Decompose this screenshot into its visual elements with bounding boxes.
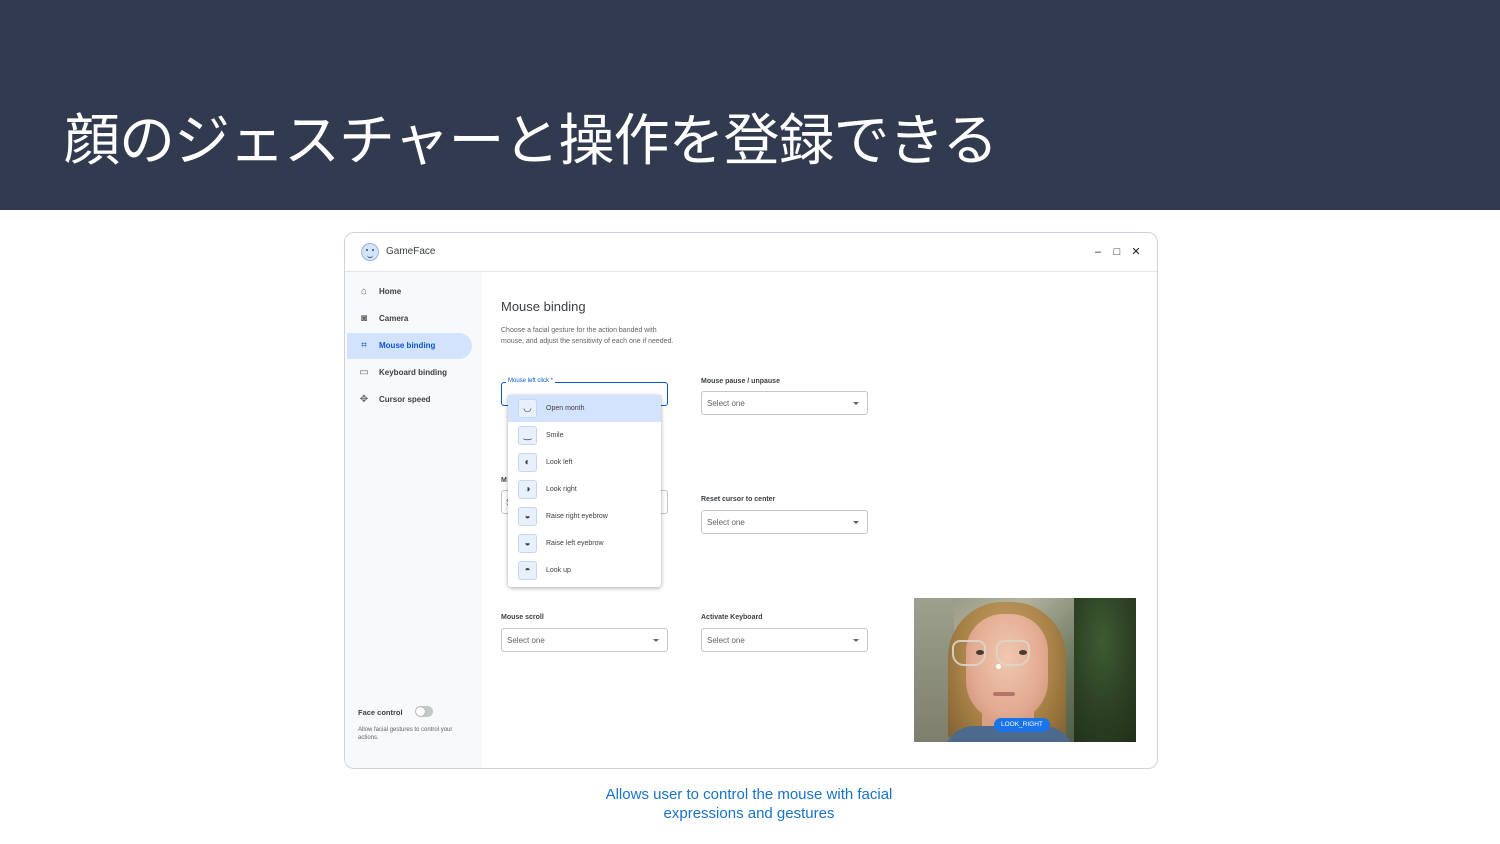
left-eye bbox=[976, 650, 984, 655]
keyboard-icon: ▭ bbox=[359, 367, 369, 378]
gesture-option-raise-left-eyebrow[interactable]: ◒ Raise left eyebrow bbox=[508, 530, 661, 557]
app-window: GameFace – □ ✕ ⌂ Home ◙ Camera ⌗ Mouse b… bbox=[344, 232, 1158, 769]
right-eye bbox=[1019, 650, 1027, 655]
title-bar: GameFace – □ ✕ bbox=[345, 233, 1157, 272]
gesture-option-label: Raise left eyebrow bbox=[546, 540, 604, 547]
camera-person-face bbox=[966, 614, 1048, 722]
slide-title: 顔のジェスチャーと操作を登録できる bbox=[64, 109, 998, 174]
reset-cursor-select[interactable]: Select one bbox=[701, 510, 868, 534]
open-mouth-icon: ◡ bbox=[518, 399, 537, 418]
sidebar-item-mouse-binding[interactable]: ⌗ Mouse binding bbox=[347, 333, 472, 359]
look-right-icon: ◑ bbox=[518, 480, 537, 499]
slide-caption: Allows user to control the mouse with fa… bbox=[605, 786, 893, 822]
sidebar-item-camera[interactable]: ◙ Camera bbox=[347, 306, 472, 332]
minimize-button[interactable]: – bbox=[1091, 244, 1105, 260]
app-name: GameFace bbox=[386, 246, 436, 257]
dropdown-arrow-icon bbox=[653, 639, 659, 642]
gesture-option-look-up[interactable]: ◓ Look up bbox=[508, 557, 661, 584]
move-icon: ✥ bbox=[359, 394, 369, 405]
activate-keyboard-select[interactable]: Select one bbox=[701, 628, 868, 652]
select-value: Select one bbox=[707, 518, 745, 527]
mouse-pause-select[interactable]: Select one bbox=[701, 391, 868, 415]
sidebar-item-label: Home bbox=[379, 287, 402, 296]
detected-gesture-badge: LOOK_RIGHT bbox=[994, 718, 1050, 732]
slide-header: 顔のジェスチャーと操作を登録できる bbox=[0, 0, 1500, 210]
gesture-option-label: Smile bbox=[546, 432, 564, 439]
mouse-scroll-select[interactable]: Select one bbox=[501, 628, 668, 652]
camera-preview: LOOK_RIGHT bbox=[914, 598, 1136, 742]
dropdown-arrow-icon bbox=[853, 402, 859, 405]
sidebar-item-cursor-speed[interactable]: ✥ Cursor speed bbox=[347, 387, 472, 413]
sidebar-item-label: Camera bbox=[379, 314, 409, 323]
gesture-option-look-right[interactable]: ◑ Look right bbox=[508, 476, 661, 503]
gesture-option-open-mouth[interactable]: ◡ Open month bbox=[508, 395, 661, 422]
select-value: Select one bbox=[507, 636, 545, 645]
gesture-option-label: Look up bbox=[546, 567, 571, 574]
page-description: Choose a facial gesture for the action b… bbox=[501, 327, 674, 345]
sidebar-item-label: Keyboard binding bbox=[379, 368, 447, 377]
gesture-dropdown-menu: ◡ Open month ‿ Smile ◐ Look left ◑ Look … bbox=[508, 395, 661, 587]
gesture-option-label: Raise right eyebrow bbox=[546, 513, 608, 520]
gesture-option-label: Look left bbox=[546, 459, 573, 466]
raise-right-eyebrow-icon: ◒ bbox=[518, 507, 537, 526]
face-control-label: Face control bbox=[358, 708, 403, 717]
sidebar-item-label: Cursor speed bbox=[379, 395, 431, 404]
mouse-scroll-label: Mouse scroll bbox=[501, 614, 544, 621]
sidebar-item-keyboard-binding[interactable]: ▭ Keyboard binding bbox=[347, 360, 472, 386]
look-up-icon: ◓ bbox=[518, 561, 537, 580]
maximize-button[interactable]: □ bbox=[1110, 244, 1124, 260]
mouth bbox=[993, 692, 1015, 696]
look-left-icon: ◐ bbox=[518, 453, 537, 472]
app-logo-icon bbox=[361, 243, 379, 261]
select-value: Select one bbox=[707, 636, 745, 645]
face-control-description: Allow facial gestures to control your ac… bbox=[358, 727, 453, 741]
sidebar: ⌂ Home ◙ Camera ⌗ Mouse binding ▭ Keyboa… bbox=[345, 272, 482, 768]
sidebar-item-home[interactable]: ⌂ Home bbox=[347, 279, 472, 305]
mouse-left-click-label: Mouse left click * bbox=[506, 378, 556, 384]
smile-icon: ‿ bbox=[518, 426, 537, 445]
face-control-toggle[interactable] bbox=[415, 706, 433, 717]
close-button[interactable]: ✕ bbox=[1129, 244, 1143, 260]
gesture-option-raise-right-eyebrow[interactable]: ◒ Raise right eyebrow bbox=[508, 503, 661, 530]
camera-background-plant bbox=[1074, 598, 1136, 742]
gesture-option-smile[interactable]: ‿ Smile bbox=[508, 422, 661, 449]
mouse-icon: ⌗ bbox=[361, 340, 367, 351]
activate-keyboard-label: Activate Keyboard bbox=[701, 614, 763, 621]
gesture-option-label: Look right bbox=[546, 486, 577, 493]
select-value: Select one bbox=[707, 399, 745, 408]
dropdown-arrow-icon bbox=[853, 521, 859, 524]
page-title: Mouse binding bbox=[501, 299, 586, 314]
gesture-option-look-left[interactable]: ◐ Look left bbox=[508, 449, 661, 476]
dropdown-arrow-icon bbox=[853, 639, 859, 642]
gesture-option-label: Open month bbox=[546, 405, 585, 412]
tracking-point-icon bbox=[996, 664, 1001, 669]
camera-icon: ◙ bbox=[360, 313, 368, 324]
raise-left-eyebrow-icon: ◒ bbox=[518, 534, 537, 553]
reset-cursor-label: Reset cursor to center bbox=[701, 496, 776, 503]
home-icon: ⌂ bbox=[360, 286, 368, 297]
sidebar-item-label: Mouse binding bbox=[379, 341, 436, 350]
hidden-field-label: M bbox=[501, 477, 507, 484]
toggle-knob bbox=[416, 707, 425, 716]
mouse-pause-label: Mouse pause / unpause bbox=[701, 378, 780, 385]
